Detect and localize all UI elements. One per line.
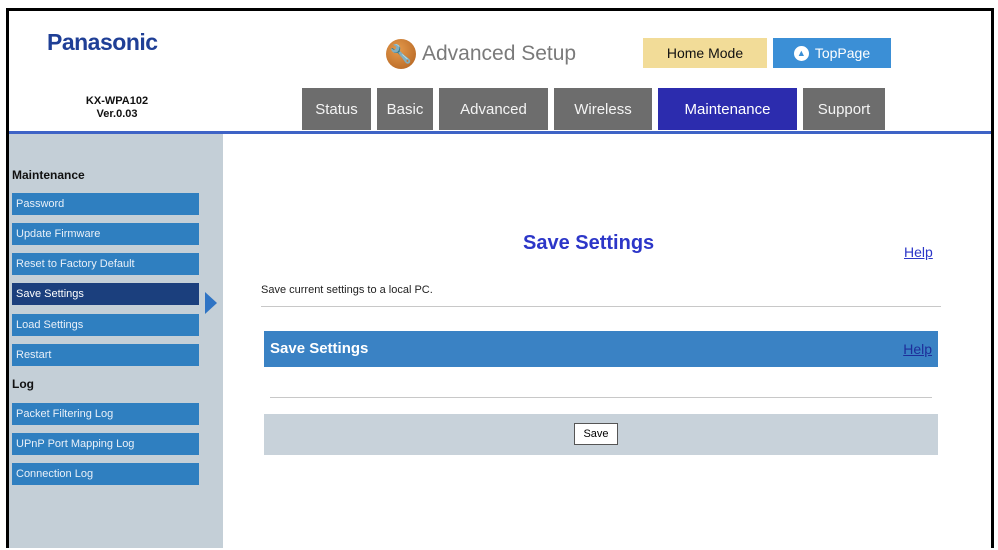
sidebar-item-load-settings[interactable]: Load Settings xyxy=(12,314,199,336)
toppage-label: TopPage xyxy=(814,45,871,61)
sidebar-item-upnp-port-mapping-log[interactable]: UPnP Port Mapping Log xyxy=(12,433,199,455)
wrench-icon: 🔧 xyxy=(386,39,416,69)
page-header-title: Advanced Setup xyxy=(422,42,577,65)
toppage-button[interactable]: ▲ TopPage xyxy=(773,38,891,68)
firmware-version: Ver.0.03 xyxy=(96,108,138,120)
sidebar-heading-maintenance: Maintenance xyxy=(12,168,85,182)
save-button[interactable]: Save xyxy=(574,423,618,445)
page-title: Save Settings xyxy=(523,232,655,254)
tab-wireless[interactable]: Wireless xyxy=(554,88,652,130)
divider xyxy=(270,397,932,398)
advanced-setup-title: 🔧 Advanced Setup xyxy=(386,39,576,69)
sidebar-heading-log: Log xyxy=(12,377,34,391)
up-arrow-circle-icon: ▲ xyxy=(793,45,809,61)
tab-support[interactable]: Support xyxy=(803,88,885,130)
browser-frame: Panasonic KX-WPA102 Ver.0.03 🔧 Advanced … xyxy=(6,8,994,548)
sidebar-item-password[interactable]: Password xyxy=(12,193,199,215)
tab-status[interactable]: Status xyxy=(302,88,371,130)
brand-logo: Panasonic xyxy=(47,29,158,55)
triangle-right-icon xyxy=(205,292,217,314)
page-description: Save current settings to a local PC. xyxy=(261,284,433,296)
help-link[interactable]: Help xyxy=(904,244,933,260)
section-title: Save Settings xyxy=(270,340,369,357)
tab-advanced[interactable]: Advanced xyxy=(439,88,548,130)
sidebar-item-connection-log[interactable]: Connection Log xyxy=(12,463,199,485)
sidebar-item-save-settings[interactable]: Save Settings xyxy=(12,283,199,305)
model-name: KX-WPA102 xyxy=(85,95,149,107)
model-info: KX-WPA102 Ver.0.03 xyxy=(67,95,167,121)
tab-basic[interactable]: Basic xyxy=(377,88,433,130)
sidebar-item-update-firmware[interactable]: Update Firmware xyxy=(12,223,199,245)
sidebar-item-restart[interactable]: Restart xyxy=(12,344,199,366)
sidebar-item-reset-factory-default[interactable]: Reset to Factory Default xyxy=(12,253,199,275)
divider xyxy=(261,306,941,307)
button-bar: Save xyxy=(264,414,938,455)
main-content: Save Settings Help Save current settings… xyxy=(223,134,991,548)
tab-maintenance[interactable]: Maintenance xyxy=(658,88,797,130)
section-help-link[interactable]: Help xyxy=(903,331,932,367)
section-header: Save Settings Help xyxy=(264,331,938,367)
sidebar-item-packet-filtering-log[interactable]: Packet Filtering Log xyxy=(12,403,199,425)
home-mode-button[interactable]: Home Mode xyxy=(643,38,767,68)
